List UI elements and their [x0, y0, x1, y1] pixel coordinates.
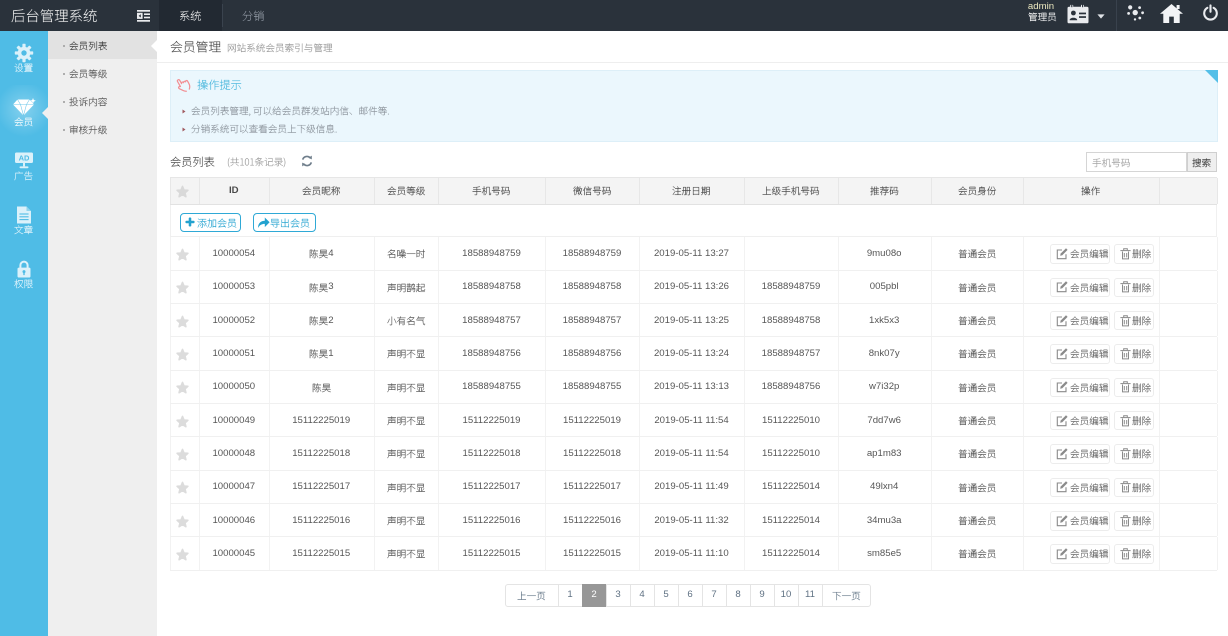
svg-text:AD: AD	[19, 154, 30, 163]
